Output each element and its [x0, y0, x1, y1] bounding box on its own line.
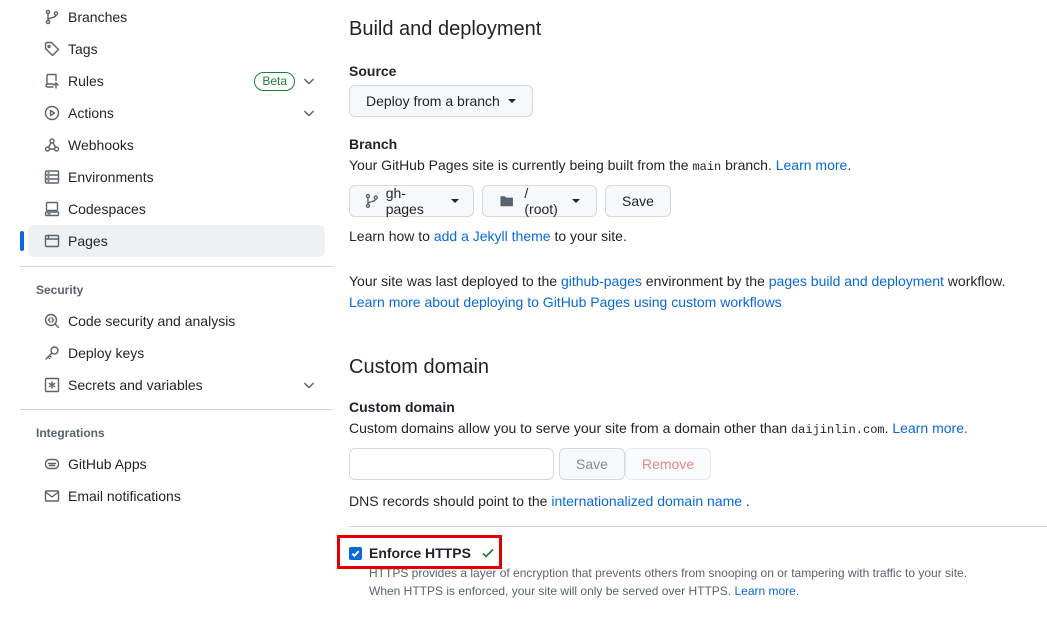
sidebar-item-pages[interactable]: Pages: [20, 225, 325, 257]
key-asterisk-icon: [44, 377, 60, 393]
period: .: [847, 157, 852, 173]
repo-push-icon: [44, 73, 60, 89]
sidebar-item-email-notifications[interactable]: Email notifications: [28, 480, 325, 512]
sidebar-item-rules[interactable]: Rules Beta: [28, 65, 325, 97]
workflow-link[interactable]: pages build and deployment: [769, 273, 944, 289]
custom-domain-input[interactable]: [349, 448, 554, 480]
domain-desc-text: Custom domains allow you to serve your s…: [349, 420, 791, 436]
chevron-down-icon[interactable]: [301, 377, 317, 393]
https-learn-more-link[interactable]: Learn more.: [734, 584, 799, 598]
deployment-status-text: Your site was last deployed to the githu…: [349, 271, 1005, 292]
sidebar-item-label: GitHub Apps: [68, 456, 147, 472]
sidebar-item-label: Tags: [68, 41, 98, 57]
deployed-text-mid: environment by the: [641, 273, 769, 289]
settings-sidebar: Branches Tags Rules Beta Actions Webhook…: [20, 0, 333, 512]
sidebar-item-deploy-keys[interactable]: Deploy keys: [28, 337, 325, 369]
branch-label: Branch: [349, 136, 398, 152]
deployed-text: Your site was last deployed to the: [349, 273, 561, 289]
dns-text-post: .: [742, 493, 750, 509]
codescan-icon: [44, 313, 60, 329]
jekyll-text: Learn how to: [349, 228, 434, 244]
mail-icon: [44, 488, 60, 504]
sidebar-item-label: Deploy keys: [68, 345, 145, 361]
caret-down-icon: [507, 99, 516, 103]
branch-save-button[interactable]: Save: [605, 185, 671, 217]
tag-icon: [44, 41, 60, 57]
hubot-icon: [44, 456, 60, 472]
sidebar-group-title-security: Security: [36, 283, 84, 297]
key-icon: [44, 345, 60, 361]
sidebar-item-label: Environments: [68, 169, 154, 185]
server-icon: [44, 169, 60, 185]
branch-desc-code: main: [692, 160, 722, 174]
sidebar-item-secrets[interactable]: Secrets and variables: [28, 369, 325, 401]
sidebar-item-github-apps[interactable]: GitHub Apps: [28, 448, 325, 480]
section-divider: [349, 526, 1047, 527]
domain-learn-more-link[interactable]: Learn more.: [892, 420, 967, 436]
source-label: Source: [349, 63, 397, 79]
folder-icon: [500, 196, 513, 207]
domain-desc-code: daijinlin.com: [790, 423, 885, 437]
sidebar-item-label: Secrets and variables: [68, 377, 203, 393]
github-pages-env-link[interactable]: github-pages: [561, 273, 642, 289]
idn-link[interactable]: internationalized domain name: [551, 493, 742, 509]
folder-select-button[interactable]: / (root): [482, 185, 597, 217]
beta-badge: Beta: [254, 72, 295, 91]
https-enforced-desc: When HTTPS is enforced, your site will o…: [369, 584, 735, 598]
sidebar-item-label: Actions: [68, 105, 114, 121]
git-branch-icon: [44, 9, 60, 25]
source-select-button[interactable]: Deploy from a branch: [349, 85, 533, 117]
sidebar-item-label: Code security and analysis: [68, 313, 236, 329]
branch-select-value: gh-pages: [385, 185, 424, 217]
chevron-down-icon[interactable]: [301, 73, 317, 89]
branch-learn-more-link[interactable]: Learn more: [776, 157, 848, 173]
branch-select-button[interactable]: gh-pages: [349, 185, 474, 217]
dns-text: DNS records should point to the: [349, 493, 552, 509]
custom-domain-heading: Custom domain: [349, 356, 490, 378]
jekyll-theme-text: Learn how to add a Jekyll theme to your …: [349, 226, 627, 247]
custom-workflows-link[interactable]: Learn more about deploying to GitHub Pag…: [349, 292, 782, 313]
webhook-icon: [44, 137, 60, 153]
play-icon: [44, 105, 60, 121]
sidebar-item-tags[interactable]: Tags: [28, 33, 325, 65]
sidebar-divider: [20, 409, 333, 410]
browser-icon: [44, 233, 60, 249]
jekyll-text-post: to your site.: [550, 228, 627, 244]
sidebar-item-code-security[interactable]: Code security and analysis: [28, 305, 325, 337]
build-deployment-heading: Build and deployment: [349, 18, 542, 40]
sidebar-item-label: Rules: [68, 73, 104, 89]
folder-select-value: / (root): [524, 185, 558, 217]
git-branch-icon: [365, 193, 378, 209]
sidebar-item-label: Pages: [68, 233, 108, 249]
https-enforced-text: When HTTPS is enforced, your site will o…: [369, 582, 799, 600]
highlight-box: [337, 535, 502, 569]
caret-down-icon: [572, 199, 580, 203]
branch-description: Your GitHub Pages site is currently bein…: [349, 155, 851, 178]
branch-desc-text-post: branch.: [721, 157, 776, 173]
sidebar-item-label: Webhooks: [68, 137, 134, 153]
sidebar-item-label: Branches: [68, 9, 128, 25]
caret-down-icon: [451, 199, 459, 203]
jekyll-theme-link[interactable]: add a Jekyll theme: [434, 228, 551, 244]
sidebar-divider: [20, 266, 333, 267]
custom-domain-label: Custom domain: [349, 399, 455, 415]
sidebar-item-webhooks[interactable]: Webhooks: [28, 129, 325, 161]
chevron-down-icon[interactable]: [301, 105, 317, 121]
branch-desc-text: Your GitHub Pages site is currently bein…: [349, 157, 693, 173]
deployed-text-post: workflow.: [943, 273, 1006, 289]
dns-records-text: DNS records should point to the internat…: [349, 491, 750, 512]
sidebar-item-branches[interactable]: Branches: [28, 1, 325, 33]
source-select-value: Deploy from a branch: [366, 93, 500, 109]
domain-remove-button[interactable]: Remove: [625, 448, 712, 480]
sidebar-item-label: Email notifications: [68, 488, 181, 504]
custom-domain-description: Custom domains allow you to serve your s…: [349, 418, 968, 441]
sidebar-group-title-integrations: Integrations: [36, 426, 105, 440]
domain-save-button[interactable]: Save: [559, 448, 625, 480]
sidebar-item-codespaces[interactable]: Codespaces: [28, 193, 325, 225]
sidebar-item-environments[interactable]: Environments: [28, 161, 325, 193]
sidebar-item-label: Codespaces: [68, 201, 146, 217]
sidebar-item-actions[interactable]: Actions: [28, 97, 325, 129]
codespaces-icon: [44, 201, 60, 217]
